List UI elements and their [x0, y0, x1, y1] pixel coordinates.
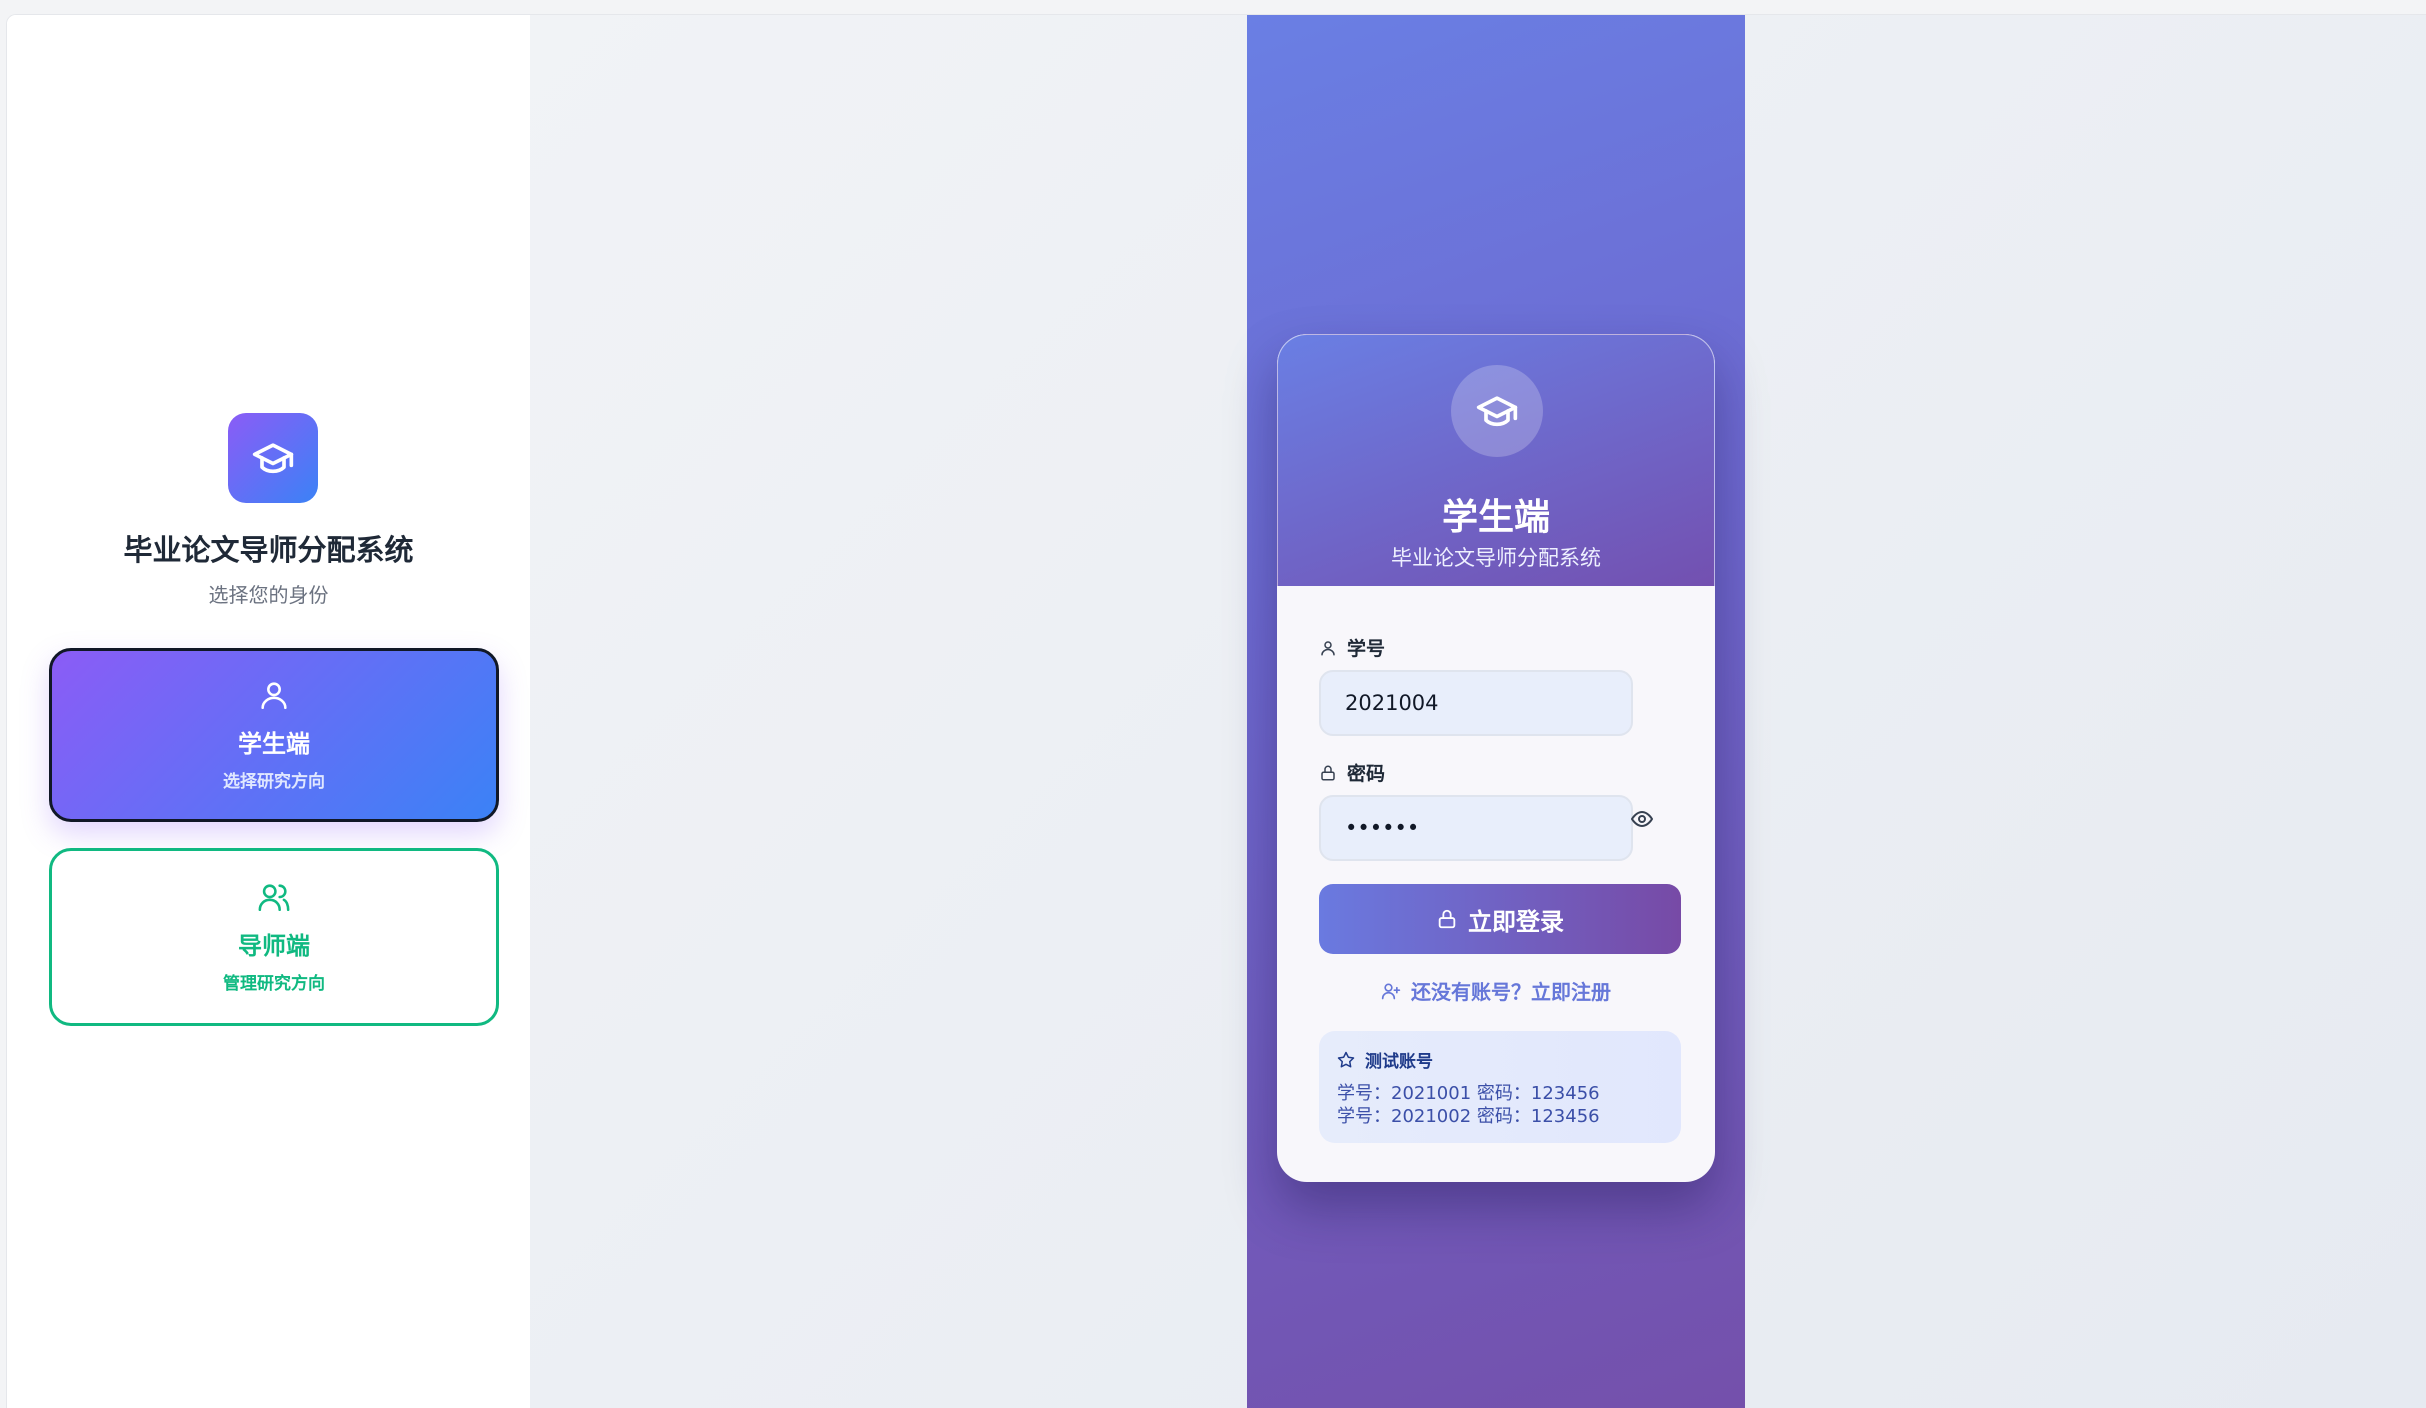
- test-accounts-box: 测试账号 学号：2021001 密码：123456 学号：2021002 密码：…: [1319, 1031, 1681, 1143]
- star-icon: [1337, 1051, 1355, 1067]
- app-title: 毕业论文导师分配系统: [123, 533, 414, 567]
- student-id-input[interactable]: 2021004: [1319, 670, 1633, 736]
- register-link-text: 还没有账号？立即注册: [1411, 980, 1611, 1004]
- test-account-line: 学号：2021002 密码：123456: [1337, 1106, 1600, 1127]
- role-title: 导师端: [238, 932, 310, 960]
- student-id-label-text: 学号: [1347, 638, 1386, 660]
- role-selection-panel: 毕业论文导师分配系统 选择您的身份 学生端 选择研究方向 导师端 管理研究方向: [7, 15, 530, 1408]
- lock-icon: [1438, 909, 1456, 929]
- login-button[interactable]: 立即登录: [1319, 884, 1681, 954]
- user-icon: [261, 682, 287, 710]
- test-accounts-title-text: 测试账号: [1365, 1052, 1433, 1072]
- user-plus-icon: [1381, 983, 1401, 999]
- users-icon: [258, 884, 290, 912]
- app-window: 毕业论文导师分配系统 选择您的身份 学生端 选择研究方向 导师端 管理研究方向: [6, 14, 2426, 1408]
- role-card-student[interactable]: 学生端 选择研究方向: [49, 648, 499, 822]
- graduation-cap-icon: [252, 443, 294, 474]
- header-icon-circle: [1451, 365, 1543, 457]
- test-account-line: 学号：2021001 密码：123456: [1337, 1083, 1600, 1104]
- register-link[interactable]: 还没有账号？立即注册: [1277, 976, 1715, 1005]
- toggle-password-visibility[interactable]: [1627, 804, 1657, 834]
- role-desc: 选择研究方向: [223, 772, 325, 792]
- user-icon: [1321, 640, 1335, 655]
- login-subtitle: 毕业论文导师分配系统: [1391, 546, 1601, 570]
- student-id-label: 学号: [1319, 634, 1385, 661]
- login-title: 学生端: [1441, 497, 1550, 538]
- login-card: 学生端 毕业论文导师分配系统 学号 2021004 密码 •••••• 立即登录…: [1277, 334, 1715, 1182]
- role-card-teacher[interactable]: 导师端 管理研究方向: [49, 848, 499, 1026]
- password-label: 密码: [1319, 759, 1385, 786]
- eye-icon: [1631, 811, 1653, 827]
- password-input[interactable]: ••••••: [1319, 795, 1633, 861]
- login-button-label: 立即登录: [1468, 907, 1564, 936]
- app-logo: [228, 413, 318, 503]
- role-title: 学生端: [238, 730, 310, 758]
- graduation-cap-icon: [1476, 396, 1518, 427]
- role-desc: 管理研究方向: [223, 974, 325, 994]
- test-accounts-title: 测试账号: [1337, 1047, 1663, 1072]
- lock-icon: [1321, 765, 1335, 780]
- login-card-header: 学生端 毕业论文导师分配系统: [1277, 334, 1715, 586]
- app-subtitle: 选择您的身份: [208, 583, 329, 607]
- password-label-text: 密码: [1347, 763, 1386, 785]
